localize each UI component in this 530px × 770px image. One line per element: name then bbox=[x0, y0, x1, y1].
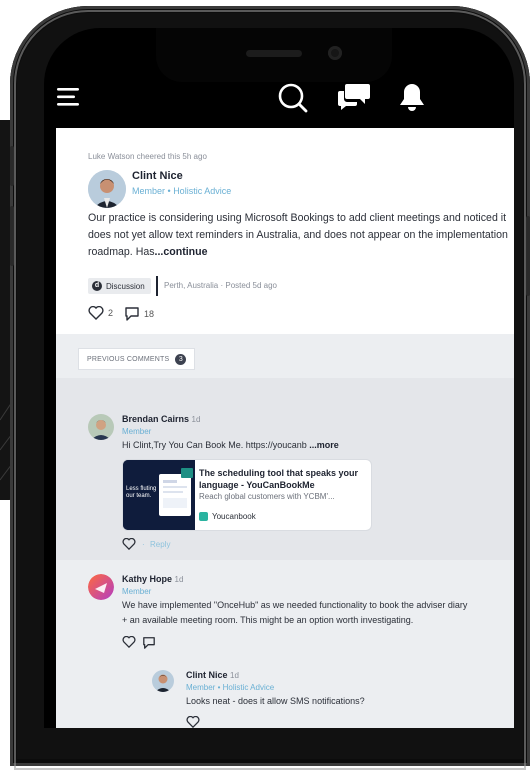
commenter-avatar[interactable] bbox=[88, 574, 114, 600]
post-body: Our practice is considering using Micros… bbox=[88, 210, 514, 261]
tag-label: Discussion bbox=[106, 281, 145, 291]
heart-icon[interactable] bbox=[122, 636, 136, 648]
post-card[interactable]: Luke Watson cheered this 5h ago Clint Ni… bbox=[56, 128, 514, 334]
comment-icon bbox=[125, 307, 139, 321]
front-camera bbox=[328, 46, 342, 60]
source-name: Youcanbook bbox=[212, 512, 256, 521]
discussion-icon: d bbox=[92, 281, 102, 291]
commenter-role: Member bbox=[122, 427, 152, 436]
like-count: 2 bbox=[108, 308, 114, 318]
link-preview-thumbnail: Less fluting our team. bbox=[123, 460, 195, 530]
reply-link[interactable]: Reply bbox=[150, 540, 170, 549]
comment-text-line-1: We have implemented "OnceHub" as we need… bbox=[122, 600, 468, 610]
comment-author: Clint Nice bbox=[186, 670, 228, 680]
continue-link[interactable]: ...continue bbox=[155, 246, 208, 258]
link-preview-title: The scheduling tool that speaks your lan… bbox=[199, 468, 359, 490]
group-link[interactable]: Holistic Advice bbox=[223, 683, 275, 692]
app-top-bar bbox=[44, 76, 514, 128]
author-meta: Member • Holistic Advice bbox=[132, 186, 231, 196]
post-location-time: Perth, Australia · Posted 5d ago bbox=[164, 281, 277, 290]
group-link[interactable]: Holistic Advice bbox=[173, 186, 231, 196]
heart-icon[interactable] bbox=[122, 538, 136, 550]
link-preview-description: Reach global customers with YCBM'... bbox=[199, 492, 335, 501]
comment-text: Looks neat - does it allow SMS notificat… bbox=[186, 696, 365, 706]
commenter-role: Member bbox=[122, 587, 152, 596]
posted-time: Posted 5d ago bbox=[225, 281, 277, 290]
feed: Luke Watson cheered this 5h ago Clint Ni… bbox=[56, 128, 514, 728]
source-icon bbox=[199, 512, 208, 521]
phone-notch bbox=[156, 28, 392, 82]
author-avatar[interactable] bbox=[88, 170, 126, 208]
comment-icon[interactable] bbox=[142, 636, 156, 649]
bell-icon[interactable] bbox=[398, 82, 426, 117]
comment-body: Hi Clint,Try You Can Book Me. https://yo… bbox=[122, 440, 307, 450]
tag-divider bbox=[156, 276, 158, 296]
more-link[interactable]: ...more bbox=[309, 440, 339, 450]
comment-count: 18 bbox=[144, 308, 155, 319]
post-text: Our practice is considering using Micros… bbox=[88, 212, 508, 258]
comment-time: 1d bbox=[191, 415, 201, 424]
discussion-tag[interactable]: d Discussion bbox=[88, 278, 151, 294]
commenter-meta: Member • Holistic Advice bbox=[186, 683, 274, 692]
like-button[interactable]: 2 bbox=[88, 306, 113, 320]
link-preview-source: Youcanbook bbox=[199, 512, 256, 521]
link-preview-card[interactable]: Less fluting our team. The scheduling to… bbox=[122, 459, 372, 531]
location: Perth, Australia bbox=[164, 281, 219, 290]
thumbnail-caption: Less fluting our team. bbox=[126, 486, 157, 499]
commenter-name[interactable]: Clint Nice 1d bbox=[186, 670, 239, 680]
commenter-name[interactable]: Brendan Cairns 1d bbox=[122, 414, 200, 424]
comment-author: Brendan Cairns bbox=[122, 414, 190, 424]
heart-icon bbox=[88, 306, 104, 320]
comment-text-line-2: + an available meeting room. This might … bbox=[122, 615, 414, 625]
chat-icon[interactable] bbox=[337, 82, 371, 117]
search-icon[interactable] bbox=[277, 82, 309, 119]
commenter-name[interactable]: Kathy Hope 1d bbox=[122, 574, 183, 584]
commenter-avatar[interactable] bbox=[88, 414, 114, 440]
menu-icon[interactable] bbox=[56, 86, 82, 113]
previous-comments-label: PREVIOUS COMMENTS bbox=[87, 355, 170, 363]
heart-icon[interactable] bbox=[186, 716, 200, 728]
comment-button[interactable]: 18 bbox=[124, 306, 154, 321]
comment-author: Kathy Hope bbox=[122, 574, 173, 584]
speaker-grille bbox=[246, 50, 302, 57]
phone-screen: Luke Watson cheered this 5h ago Clint Ni… bbox=[44, 28, 514, 728]
author-role: Member bbox=[132, 186, 166, 196]
comment-text: Hi Clint,Try You Can Book Me. https://yo… bbox=[122, 438, 339, 453]
author-name[interactable]: Clint Nice bbox=[132, 170, 183, 182]
activity-line: Luke Watson cheered this 5h ago bbox=[88, 152, 207, 161]
commenter-avatar[interactable] bbox=[152, 670, 174, 692]
previous-comments-button[interactable]: PREVIOUS COMMENTS 3 bbox=[78, 348, 196, 370]
reply-separator: · bbox=[142, 540, 145, 549]
previous-comments-count: 3 bbox=[175, 353, 187, 365]
phone-frame: Luke Watson cheered this 5h ago Clint Ni… bbox=[10, 6, 530, 770]
commenter-role: Member bbox=[186, 683, 216, 692]
comment-time: 1d bbox=[230, 671, 239, 680]
comment-time: 1d bbox=[174, 575, 184, 584]
